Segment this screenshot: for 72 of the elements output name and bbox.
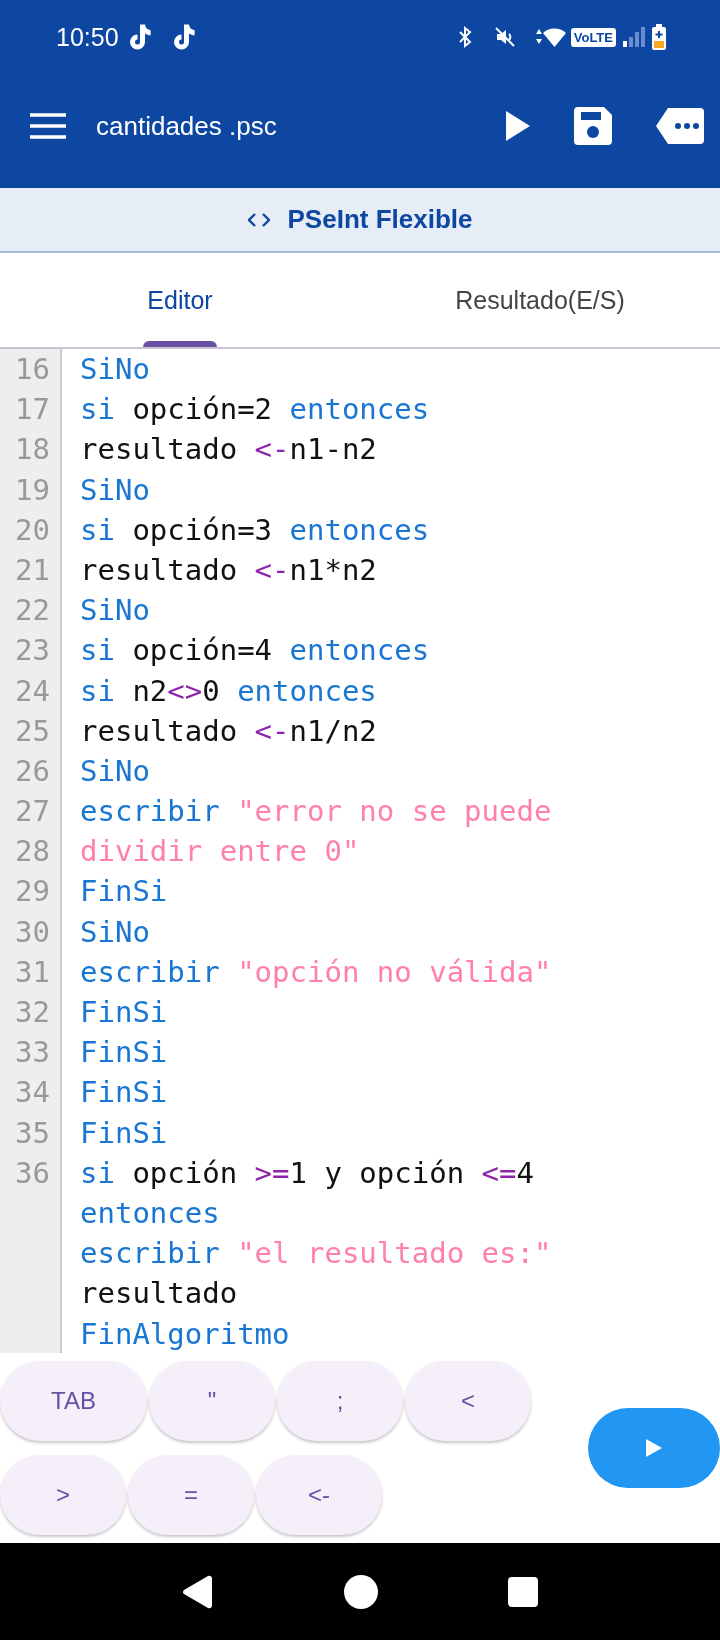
code-line: FinAlgoritmo <box>79 1315 290 1353</box>
line-number: 20 <box>15 511 50 549</box>
code-line: SiNo <box>79 592 150 630</box>
symbol-key[interactable]: = <box>128 1455 254 1535</box>
tab[interactable]: Editor <box>0 253 360 347</box>
line-number: 25 <box>15 712 50 750</box>
line-number: 18 <box>15 431 50 469</box>
code-line: escribir "el resultado es:" <box>79 1235 552 1273</box>
line-number: 23 <box>15 632 50 670</box>
code-line: SiNo <box>79 752 150 790</box>
code-line: FinSi <box>79 994 168 1031</box>
line-number: 17 <box>15 391 50 429</box>
line-number: 24 <box>15 672 50 710</box>
menu-button[interactable] <box>30 112 66 140</box>
symbol-key[interactable]: " <box>149 1361 275 1441</box>
run-button[interactable] <box>506 111 530 141</box>
network-badge: VoLTE <box>570 27 616 47</box>
code-line: resultado <-n1-n2 <box>79 431 377 469</box>
tab[interactable]: Resultado(E/S) <box>360 253 720 347</box>
code-line: FinSi <box>79 873 168 911</box>
code-line: si opción=3 entonces <box>79 511 430 549</box>
symbol-key[interactable]: < <box>405 1361 531 1441</box>
mode-title: PSeInt Flexible <box>287 204 473 235</box>
symbol-key[interactable]: > <box>0 1455 126 1535</box>
code-line: SiNo <box>79 471 150 509</box>
line-number: 32 <box>15 994 50 1031</box>
line-number: 35 <box>15 1114 50 1152</box>
line-number: 36 <box>15 1154 50 1192</box>
code-line: resultado <-n1*n2 <box>79 551 377 589</box>
code-line: FinSi <box>79 1074 168 1112</box>
line-number: 26 <box>15 752 50 790</box>
file-title: cantidades .psc <box>96 110 277 142</box>
code-icon <box>247 211 270 228</box>
code-line: resultado <box>79 1275 238 1313</box>
code-line: si opción=2 entonces <box>79 391 430 429</box>
line-number: 34 <box>15 1074 50 1112</box>
more-button[interactable] <box>656 108 704 144</box>
code-line: FinSi <box>79 1034 168 1072</box>
line-number: 19 <box>15 471 50 509</box>
line-number: 16 <box>15 351 50 388</box>
line-number: 33 <box>15 1034 50 1072</box>
code-line: entonces <box>79 1194 220 1232</box>
battery-icon <box>652 24 666 50</box>
code-line: escribir "opción no válida" <box>79 953 552 991</box>
mute-icon <box>492 25 517 49</box>
code-line: resultado <-n1/n2 <box>79 712 377 750</box>
back-icon[interactable] <box>182 1574 214 1609</box>
play-icon <box>646 1439 662 1457</box>
line-number: 22 <box>15 592 50 630</box>
code-line: SiNo <box>79 351 150 388</box>
line-number: 31 <box>15 953 50 991</box>
signal-icon <box>622 25 646 49</box>
run-fab[interactable] <box>588 1408 720 1488</box>
code-line: si n2<>0 entonces <box>79 672 377 710</box>
symbol-key[interactable]: ; <box>277 1361 403 1441</box>
symbol-key[interactable]: <- <box>256 1455 382 1535</box>
status-time: 10:50 <box>56 22 119 52</box>
code-line: escribir "error no se puede <box>79 793 552 831</box>
code-line: si opción >=1 y opción <=4 <box>79 1154 534 1192</box>
line-number: 21 <box>15 551 50 589</box>
code-line: FinSi <box>79 1114 168 1152</box>
line-number: 27 <box>15 793 50 831</box>
code-line: si opción=4 entonces <box>79 632 430 670</box>
code-line: dividir entre 0" <box>79 833 360 871</box>
home-icon[interactable] <box>344 1574 378 1609</box>
symbol-key[interactable]: TAB <box>0 1361 147 1441</box>
line-number: 28 <box>15 833 50 871</box>
save-button[interactable] <box>574 107 612 145</box>
recents-icon[interactable] <box>508 1576 538 1607</box>
line-number: 29 <box>15 873 50 911</box>
code-line: SiNo <box>79 913 150 951</box>
line-number: 30 <box>15 913 50 951</box>
